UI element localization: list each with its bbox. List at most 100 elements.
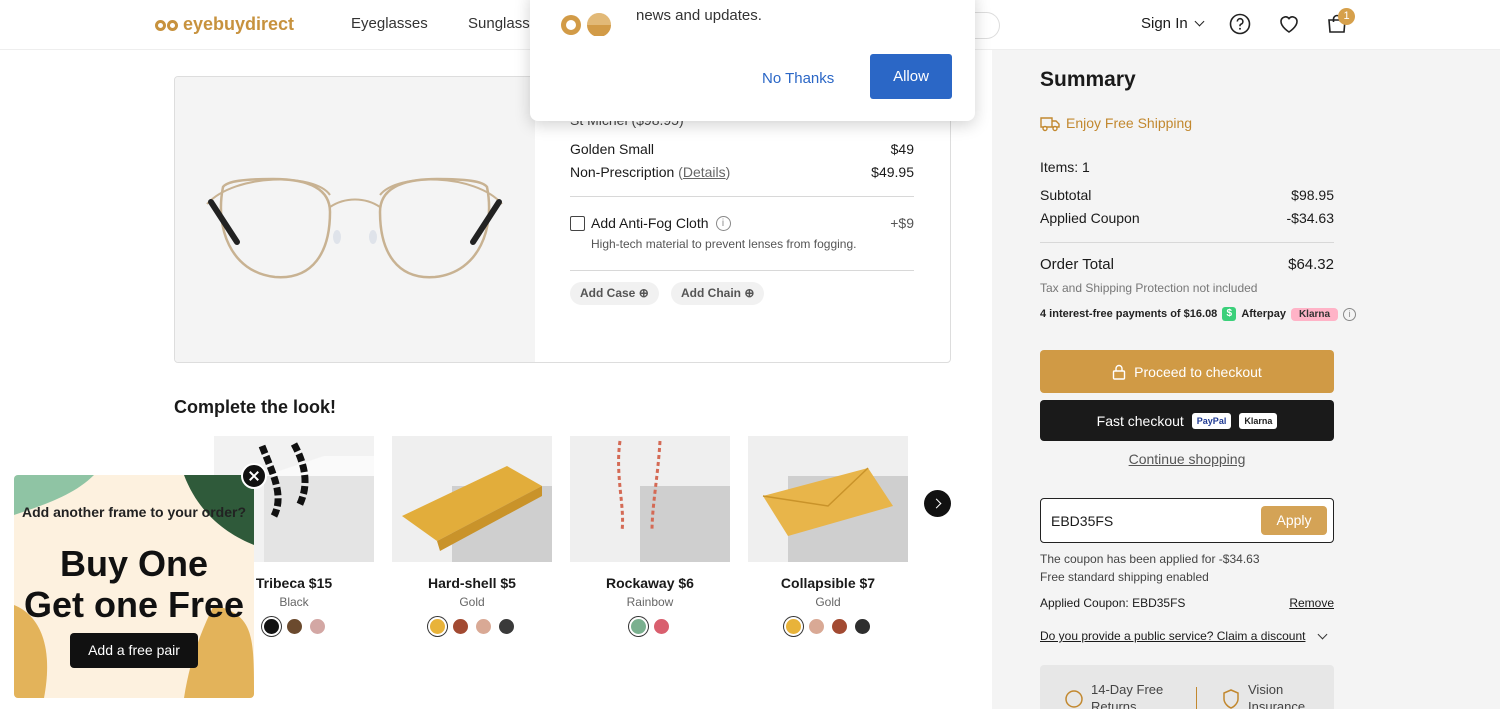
anti-fog-description: High-tech material to prevent lenses fro… bbox=[591, 237, 857, 251]
add-free-pair-button[interactable]: Add a free pair bbox=[70, 633, 198, 668]
add-chain-button[interactable]: Add Chain ⊕ bbox=[671, 282, 765, 305]
info-icon[interactable]: i bbox=[715, 215, 731, 231]
summary-title: Summary bbox=[1040, 68, 1136, 91]
public-service-text: Do you provide a public service? Claim a… bbox=[1040, 629, 1306, 643]
promo-headline-line-2: Get one Free bbox=[23, 584, 245, 625]
color-swatch[interactable] bbox=[786, 619, 801, 634]
frame-price: $49 bbox=[890, 141, 914, 157]
lens-type: Non-Prescription bbox=[570, 164, 675, 180]
coupon-value: -$34.63 bbox=[1286, 210, 1334, 226]
free-shipping-message: Free standard shipping enabled bbox=[1040, 570, 1209, 584]
truck-icon bbox=[1040, 117, 1060, 132]
anti-fog-checkbox[interactable] bbox=[570, 216, 585, 231]
promo-popup: Add another frame to your order? Buy One… bbox=[14, 475, 254, 698]
complete-the-look-title: Complete the look! bbox=[174, 397, 337, 417]
glasses-image bbox=[175, 77, 535, 362]
color-swatch[interactable] bbox=[654, 619, 669, 634]
order-total-row: Order Total $64.32 bbox=[1040, 256, 1334, 273]
order-total-label: Order Total bbox=[1040, 256, 1114, 273]
free-shipping-notice: Enjoy Free Shipping bbox=[1040, 114, 1192, 132]
site-logo[interactable]: eyebuydirect bbox=[155, 14, 294, 35]
add-chain-label: Add Chain bbox=[681, 286, 741, 300]
tax-note: Tax and Shipping Protection not included bbox=[1040, 281, 1258, 295]
color-swatch[interactable] bbox=[453, 619, 468, 634]
remove-coupon-link[interactable]: Remove bbox=[1289, 596, 1334, 610]
divider bbox=[570, 270, 914, 271]
sign-in-menu[interactable]: Sign In bbox=[1141, 15, 1205, 32]
klarna-badge: Klarna bbox=[1290, 307, 1339, 321]
chevron-down-icon bbox=[1318, 629, 1328, 639]
applied-coupon-row: Applied Coupon: EBD35FS Remove bbox=[1040, 596, 1334, 610]
afterpay-label: Afterpay bbox=[1241, 308, 1286, 320]
details-link-text[interactable]: Details bbox=[683, 164, 726, 180]
badge-divider bbox=[1196, 687, 1197, 709]
paypal-logo: PayPal bbox=[1191, 412, 1232, 429]
heart-icon[interactable] bbox=[1278, 13, 1300, 35]
coupon-applied-message: The coupon has been applied for -$34.63 bbox=[1040, 552, 1260, 566]
continue-shopping-link[interactable]: Continue shopping bbox=[1040, 451, 1334, 467]
promo-subtitle: Add another frame to your order? bbox=[21, 504, 247, 520]
checkout-label: Proceed to checkout bbox=[1134, 363, 1262, 380]
shield-icon bbox=[1223, 689, 1239, 709]
accessory-name[interactable]: Hard-shell $5 bbox=[392, 575, 552, 591]
color-swatch[interactable] bbox=[476, 619, 491, 634]
add-case-label: Add Case bbox=[580, 286, 636, 300]
items-count: Items: 1 bbox=[1040, 159, 1090, 175]
color-swatch[interactable] bbox=[855, 619, 870, 634]
accessory-name[interactable]: Rockaway $6 bbox=[570, 575, 730, 591]
color-swatch[interactable] bbox=[286, 619, 302, 634]
color-swatch[interactable] bbox=[832, 619, 847, 634]
nav-eyeglasses[interactable]: Eyeglasses bbox=[351, 15, 428, 32]
order-total-value: $64.32 bbox=[1288, 256, 1334, 273]
color-swatch[interactable] bbox=[309, 619, 325, 634]
color-swatch[interactable] bbox=[499, 619, 514, 634]
logo-icon bbox=[155, 19, 179, 31]
details-link[interactable]: (Details) bbox=[678, 164, 730, 180]
accessory-image-hard-shell[interactable] bbox=[392, 436, 552, 562]
carousel-next-button[interactable] bbox=[924, 490, 951, 517]
subtotal-row: Subtotal $98.95 bbox=[1040, 187, 1334, 203]
allow-button[interactable]: Allow bbox=[870, 54, 952, 99]
promo-headline: Buy One Get one Free bbox=[14, 543, 254, 625]
free-shipping-text: Enjoy Free Shipping bbox=[1066, 115, 1193, 131]
color-swatch[interactable] bbox=[430, 619, 445, 634]
close-icon[interactable] bbox=[241, 463, 267, 489]
accessory-image-collapsible[interactable] bbox=[748, 436, 908, 562]
chevron-down-icon bbox=[1194, 16, 1205, 27]
returns-icon bbox=[1065, 690, 1083, 708]
fast-checkout-button[interactable]: Fast checkout PayPal Klarna bbox=[1040, 400, 1334, 441]
proceed-to-checkout-button[interactable]: Proceed to checkout bbox=[1040, 350, 1334, 393]
returns-badge-text: 14-Day Free Returns bbox=[1091, 682, 1164, 709]
promo-headline-line-1: Buy One bbox=[59, 543, 209, 584]
installments-info: 4 interest-free payments of $16.08 $ Aft… bbox=[1040, 307, 1357, 321]
color-swatch[interactable] bbox=[809, 619, 824, 634]
color-swatch[interactable] bbox=[263, 619, 279, 634]
lock-icon bbox=[1112, 364, 1126, 380]
applied-coupon-text: Applied Coupon: EBD35FS bbox=[1040, 596, 1186, 610]
coupon-label: Applied Coupon bbox=[1040, 210, 1140, 226]
anti-fog-label: Add Anti-Fog Cloth i bbox=[591, 215, 731, 231]
coupon-code-input[interactable]: EBD35FS bbox=[1051, 513, 1113, 529]
add-case-button[interactable]: Add Case ⊕ bbox=[570, 282, 659, 305]
anti-fog-price: +$9 bbox=[890, 215, 914, 231]
afterpay-icon: $ bbox=[1222, 307, 1237, 321]
accessory-image-rockaway[interactable] bbox=[570, 436, 730, 562]
coupon-row: Applied Coupon -$34.63 bbox=[1040, 210, 1334, 226]
klarna-logo: Klarna bbox=[1239, 412, 1278, 429]
accessory-name[interactable]: Collapsible $7 bbox=[748, 575, 908, 591]
public-service-discount-link[interactable]: Do you provide a public service? Claim a… bbox=[1040, 629, 1328, 643]
color-swatch[interactable] bbox=[631, 619, 646, 634]
notification-message: news and updates. bbox=[636, 7, 762, 24]
subtotal-value: $98.95 bbox=[1291, 187, 1334, 203]
coupon-field[interactable]: EBD35FS Apply bbox=[1040, 498, 1334, 543]
help-icon[interactable] bbox=[1229, 13, 1251, 35]
no-thanks-button[interactable]: No Thanks bbox=[762, 70, 834, 87]
insurance-badge-text: Vision Insurance bbox=[1248, 682, 1306, 709]
logo-text: eyebuydirect bbox=[183, 14, 295, 34]
divider bbox=[1040, 242, 1334, 243]
info-icon[interactable]: i bbox=[1343, 307, 1357, 321]
anti-fog-text: Add Anti-Fog Cloth bbox=[591, 215, 709, 231]
items-count-row: Items: 1 bbox=[1040, 159, 1334, 175]
installments-text: 4 interest-free payments of $16.08 bbox=[1040, 308, 1218, 320]
apply-coupon-button[interactable]: Apply bbox=[1261, 506, 1327, 535]
